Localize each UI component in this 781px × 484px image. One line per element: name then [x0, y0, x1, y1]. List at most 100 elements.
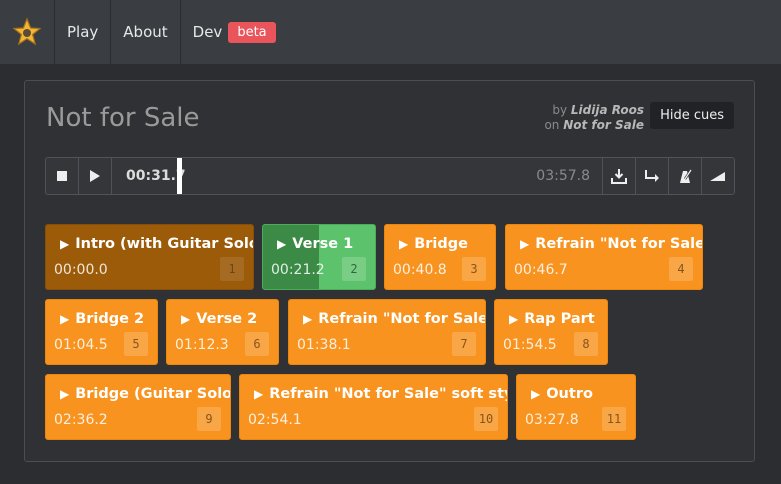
cue-button[interactable]: ▶ Rap Part 01:54.5 8 [494, 299, 608, 365]
cue-number: 5 [124, 332, 148, 356]
metronome-button[interactable] [668, 158, 701, 194]
cue-label: Refrain "Not for Sale" [318, 311, 486, 327]
cue-label: Verse 1 [292, 236, 354, 252]
cue-name: ▶ Bridge 2 [60, 311, 144, 327]
hide-cues-button[interactable]: Hide cues [650, 102, 734, 129]
cue-progress-fill [263, 225, 319, 289]
nav-play[interactable]: Play [55, 0, 112, 64]
cue-number: 10 [474, 407, 498, 431]
track-title: Not for Sale [46, 103, 200, 133]
cue-time: 01:12.3 [175, 337, 229, 353]
cue-number: 9 [197, 407, 221, 431]
cue-name: ▶ Outro [531, 386, 593, 402]
on-label: on [544, 118, 560, 132]
cue-label: Verse 2 [196, 311, 258, 327]
metronome-icon [680, 169, 693, 183]
download-button[interactable] [602, 158, 635, 194]
volume-button[interactable] [701, 158, 734, 194]
cue-label: Refrain "Not for Sale" soft style [269, 386, 508, 402]
cue-label: Rap Part [524, 311, 595, 327]
cue-name: ▶ Rap Part [509, 311, 595, 327]
cue-name: ▶ Refrain "Not for Sale" soft style [254, 386, 508, 402]
cue-button[interactable]: ▶ Bridge 2 01:04.5 5 [45, 299, 158, 365]
cue-number: 4 [669, 257, 693, 281]
nav-about[interactable]: About [111, 0, 181, 64]
cue-time: 00:21.2 [271, 262, 325, 278]
cue-number: 11 [602, 407, 626, 431]
cue-number: 3 [462, 257, 486, 281]
cue-button[interactable]: ▶ Intro (with Guitar Solo) 00:00.0 1 [45, 224, 254, 290]
total-time: 03:57.8 [536, 168, 590, 184]
play-icon: ▶ [399, 237, 409, 251]
return-button[interactable] [635, 158, 668, 194]
stop-icon [57, 171, 67, 181]
play-button[interactable] [79, 158, 112, 194]
cue-name: ▶ Bridge (Guitar Solo) [60, 386, 231, 402]
play-icon: ▶ [509, 312, 519, 326]
cue-button[interactable]: ▶ Outro 03:27.8 11 [516, 374, 636, 440]
cue-time: 02:54.1 [248, 412, 302, 428]
cue-name: ▶ Intro (with Guitar Solo) [60, 236, 254, 252]
navbar: Play About Dev beta [0, 0, 781, 64]
cue-time: 00:40.8 [393, 262, 447, 278]
cue-label: Bridge 2 [75, 311, 145, 327]
stop-button[interactable] [46, 158, 79, 194]
star-logo-icon[interactable] [0, 0, 55, 64]
cue-label: Intro (with Guitar Solo) [75, 236, 254, 252]
cue-label: Refrain "Not for Sale" [535, 236, 703, 252]
cue-name: ▶ Refrain "Not for Sale" [520, 236, 703, 252]
cue-name: ▶ Verse 2 [181, 311, 257, 327]
cue-time: 01:04.5 [54, 337, 108, 353]
cue-name: ▶ Bridge [399, 236, 468, 252]
cue-name: ▶ Refrain "Not for Sale" [303, 311, 486, 327]
nav-play-label: Play [67, 23, 99, 41]
cue-time: 00:00.0 [54, 262, 108, 278]
play-icon: ▶ [277, 237, 287, 251]
cue-button[interactable]: ▶ Bridge (Guitar Solo) 02:36.2 9 [45, 374, 231, 440]
play-icon: ▶ [520, 237, 530, 251]
album-name: Not for Sale [563, 118, 644, 132]
artist-name: Lidija Roos [570, 103, 644, 117]
play-icon: ▶ [531, 387, 541, 401]
nav-dev-label: Dev [192, 23, 223, 41]
cue-button[interactable]: ▶ Refrain "Not for Sale" 00:46.7 4 [505, 224, 703, 290]
cue-time: 00:46.7 [514, 262, 568, 278]
cue-number: 1 [220, 257, 244, 281]
cue-label: Bridge (Guitar Solo) [75, 386, 231, 402]
nav-dev[interactable]: Dev beta [181, 0, 288, 64]
cue-time: 01:54.5 [503, 337, 557, 353]
by-label: by [552, 103, 568, 117]
transport-bar: 00:31.7 03:57.8 [45, 157, 735, 195]
cue-label: Bridge [414, 236, 469, 252]
cue-number: 6 [245, 332, 269, 356]
play-icon: ▶ [60, 387, 70, 401]
play-icon: ▶ [254, 387, 264, 401]
cue-button[interactable]: ▶ Verse 1 00:21.2 2 [262, 224, 376, 290]
track-byline: by Lidija Roos on Not for Sale [544, 103, 644, 133]
progress-track[interactable]: 00:31.7 03:57.8 [112, 158, 602, 194]
cue-button[interactable]: ▶ Refrain "Not for Sale" soft style 02:54.… [239, 374, 508, 440]
cue-button[interactable]: ▶ Bridge 00:40.8 3 [384, 224, 496, 290]
cue-time: 01:38.1 [297, 337, 351, 353]
volume-icon [710, 172, 725, 181]
return-icon [645, 170, 659, 182]
cue-button[interactable]: ▶ Verse 2 01:12.3 6 [166, 299, 279, 365]
cue-number: 7 [452, 332, 476, 356]
cue-number: 8 [574, 332, 598, 356]
cue-time: 03:27.8 [525, 412, 579, 428]
track-panel: Not for Sale by Lidija Roos on Not for S… [24, 80, 755, 462]
play-icon [90, 170, 100, 182]
nav-about-label: About [123, 23, 168, 41]
cue-number: 2 [342, 257, 366, 281]
cue-button[interactable]: ▶ Refrain "Not for Sale" 01:38.1 7 [288, 299, 486, 365]
play-icon: ▶ [303, 312, 313, 326]
play-icon: ▶ [60, 312, 70, 326]
cue-time: 02:36.2 [54, 412, 108, 428]
beta-badge: beta [228, 21, 276, 43]
download-icon [611, 169, 627, 184]
playhead[interactable] [177, 158, 183, 194]
cue-label: Outro [546, 386, 593, 402]
play-icon: ▶ [181, 312, 191, 326]
play-icon: ▶ [60, 237, 70, 251]
cue-name: ▶ Verse 1 [277, 236, 353, 252]
